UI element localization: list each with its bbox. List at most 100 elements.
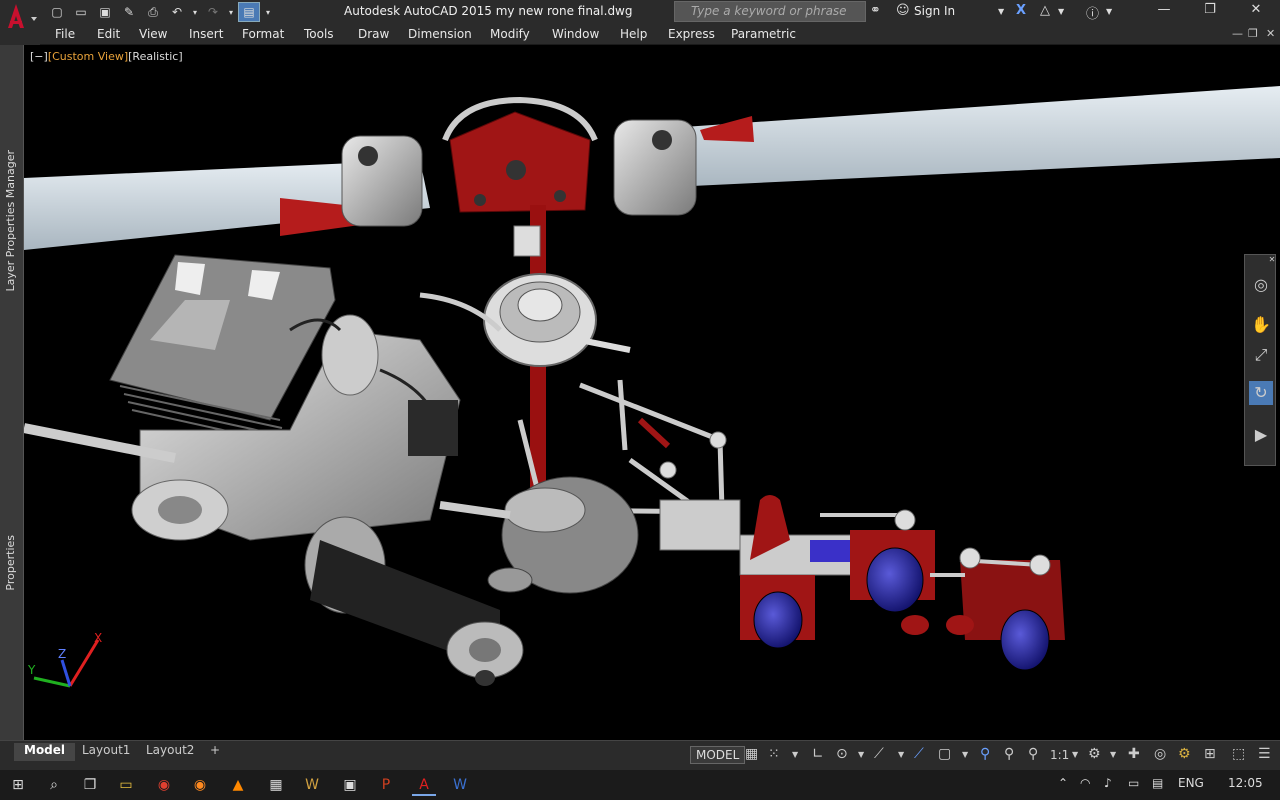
annotation-scale-icon[interactable]: ⚲ — [1028, 746, 1038, 762]
isodraft-dropdown-icon[interactable]: ▼ — [898, 750, 904, 759]
add-layout-icon[interactable]: + — [200, 743, 230, 761]
sign-in-button[interactable]: Sign In — [914, 4, 955, 18]
menu-modify[interactable]: Modify — [490, 27, 530, 41]
tab-layout1[interactable]: Layout1 — [72, 743, 140, 761]
ortho-icon[interactable]: ∟ — [812, 746, 824, 762]
fullscreen-icon[interactable]: ⬚ — [1232, 746, 1245, 762]
layer-properties-manager-tab[interactable]: Layer Properties Manager — [4, 150, 20, 291]
tab-layout2[interactable]: Layout2 — [136, 743, 204, 761]
clean-screen-icon[interactable]: ⊞ — [1204, 746, 1216, 762]
file-explorer-icon[interactable]: ▭ — [114, 774, 138, 796]
word-doc-icon[interactable]: W — [448, 774, 472, 796]
menu-dimension[interactable]: Dimension — [408, 27, 472, 41]
menu-format[interactable]: Format — [242, 27, 284, 41]
grid-icon[interactable]: ▦ — [745, 746, 758, 762]
plot-icon[interactable]: ⎙ — [142, 2, 164, 22]
object-snap-icon[interactable]: ▢ — [938, 746, 951, 762]
redo-dropdown-icon[interactable]: ▾ — [226, 2, 236, 22]
close-navbar-icon[interactable]: ✕ — [1267, 255, 1277, 265]
redo-icon[interactable]: ↷ — [202, 2, 224, 22]
workspace-dropdown-icon[interactable]: ▼ — [1110, 750, 1116, 759]
annotation-scale-value[interactable]: 1:1 — [1050, 748, 1069, 762]
undo-dropdown-icon[interactable]: ▾ — [190, 2, 200, 22]
menu-view[interactable]: View — [139, 27, 167, 41]
object-snap-dropdown-icon[interactable]: ▼ — [962, 750, 968, 759]
network-icon[interactable]: ◠ — [1080, 776, 1090, 790]
binoculars-icon[interactable]: ⚭ — [870, 3, 881, 18]
chrome-icon[interactable]: ◉ — [152, 774, 176, 796]
workspace-icon[interactable]: ▤ — [238, 2, 260, 22]
orbit-icon[interactable]: ↻ — [1249, 381, 1273, 405]
show-hidden-icons[interactable]: ⌃ — [1058, 776, 1068, 790]
autocad-taskbar-icon[interactable]: A — [412, 774, 436, 796]
visual-style-menu[interactable]: [Realistic] — [128, 50, 183, 63]
doc-close-icon[interactable]: ✕ — [1266, 27, 1275, 40]
menu-insert[interactable]: Insert — [189, 27, 223, 41]
open-file-icon[interactable]: ▭ — [70, 2, 92, 22]
search-input[interactable]: Type a keyword or phrase — [674, 1, 866, 22]
minimize-icon[interactable]: — — [1144, 2, 1184, 17]
steering-wheel-icon[interactable]: ◎ — [1249, 273, 1273, 297]
battery-icon[interactable]: ▭ — [1128, 776, 1139, 790]
isodraft-icon[interactable]: ⟋ — [874, 746, 884, 762]
menu-window[interactable]: Window — [552, 27, 599, 41]
showmotion-icon[interactable]: ▶ — [1249, 423, 1273, 447]
tab-model[interactable]: Model — [14, 743, 76, 761]
save-as-icon[interactable]: ✎ — [118, 2, 140, 22]
word-icon[interactable]: W — [300, 774, 324, 796]
exchange-apps-icon[interactable]: X — [1016, 3, 1026, 18]
object-snap-tracking-icon[interactable]: ⟋ — [914, 746, 924, 762]
annotation-monitor-icon[interactable]: ✚ — [1128, 746, 1140, 762]
menu-help[interactable]: Help — [620, 27, 647, 41]
viewport-controls[interactable]: [−][Custom View][Realistic] — [30, 50, 183, 63]
menu-tools[interactable]: Tools — [304, 27, 334, 41]
windows-start-icon[interactable]: ⊞ — [6, 774, 30, 796]
close-icon[interactable]: ✕ — [1236, 2, 1276, 17]
new-file-icon[interactable]: ▢ — [46, 2, 68, 22]
search-icon[interactable]: ⌕ — [42, 774, 66, 796]
properties-tab[interactable]: Properties — [4, 535, 20, 591]
zoom-extents-icon[interactable]: ⤢ — [1249, 343, 1273, 367]
action-center-icon[interactable]: ▤ — [1152, 776, 1163, 790]
help-icon[interactable]: ⓘ — [1086, 3, 1099, 22]
menu-draw[interactable]: Draw — [358, 27, 389, 41]
task-view-icon[interactable]: ❐ — [78, 774, 102, 796]
vlc-icon[interactable]: ▲ — [226, 774, 250, 796]
a360-icon[interactable]: △ — [1040, 3, 1050, 18]
pan-icon[interactable]: ✋ — [1249, 313, 1273, 337]
drawing-viewport[interactable] — [24, 45, 1280, 740]
a360-dropdown-icon[interactable]: ▼ — [1058, 7, 1064, 16]
language-indicator[interactable]: ENG — [1178, 776, 1204, 790]
auto-scale-icon[interactable]: ⚲ — [1004, 746, 1014, 762]
menu-edit[interactable]: Edit — [97, 27, 120, 41]
powerpoint-icon[interactable]: P — [374, 774, 398, 796]
customization-menu-icon[interactable]: ☰ — [1258, 746, 1271, 762]
menu-file[interactable]: File — [55, 27, 75, 41]
viewport-control-menu[interactable]: [−] — [30, 50, 48, 63]
doc-minimize-icon[interactable]: — — [1232, 27, 1243, 40]
firefox-icon[interactable]: ◉ — [188, 774, 212, 796]
snap-dropdown-icon[interactable]: ▼ — [792, 750, 798, 759]
sign-in-dropdown-icon[interactable]: ▼ — [998, 7, 1004, 16]
workspace-switching-icon[interactable]: ⚙ — [1088, 746, 1101, 762]
undo-icon[interactable]: ↶ — [166, 2, 188, 22]
annotation-visibility-icon[interactable]: ⚲ — [980, 746, 990, 762]
customize-qat-icon[interactable]: ▾ — [262, 2, 274, 22]
restore-icon[interactable]: ❐ — [1190, 2, 1230, 17]
view-control-menu[interactable]: [Custom View] — [48, 50, 128, 63]
hardware-acceleration-icon[interactable]: ⚙ — [1178, 746, 1191, 762]
clock[interactable]: 12:05 — [1228, 776, 1263, 790]
polar-dropdown-icon[interactable]: ▼ — [858, 750, 864, 759]
user-icon[interactable]: ☺ — [896, 3, 910, 18]
doc-restore-icon[interactable]: ❐ — [1248, 27, 1258, 40]
model-space-button[interactable]: MODEL — [690, 746, 746, 764]
menu-express[interactable]: Express — [668, 27, 715, 41]
volume-icon[interactable]: ♪ — [1104, 776, 1112, 790]
snap-icon[interactable]: ⁙ — [768, 746, 780, 762]
menu-parametric[interactable]: Parametric — [731, 27, 796, 41]
isolate-objects-icon[interactable]: ◎ — [1154, 746, 1166, 762]
help-dropdown-icon[interactable]: ▼ — [1106, 7, 1112, 16]
application-menu-button[interactable] — [0, 0, 40, 45]
photos-icon[interactable]: ▣ — [338, 774, 362, 796]
save-icon[interactable]: ▣ — [94, 2, 116, 22]
